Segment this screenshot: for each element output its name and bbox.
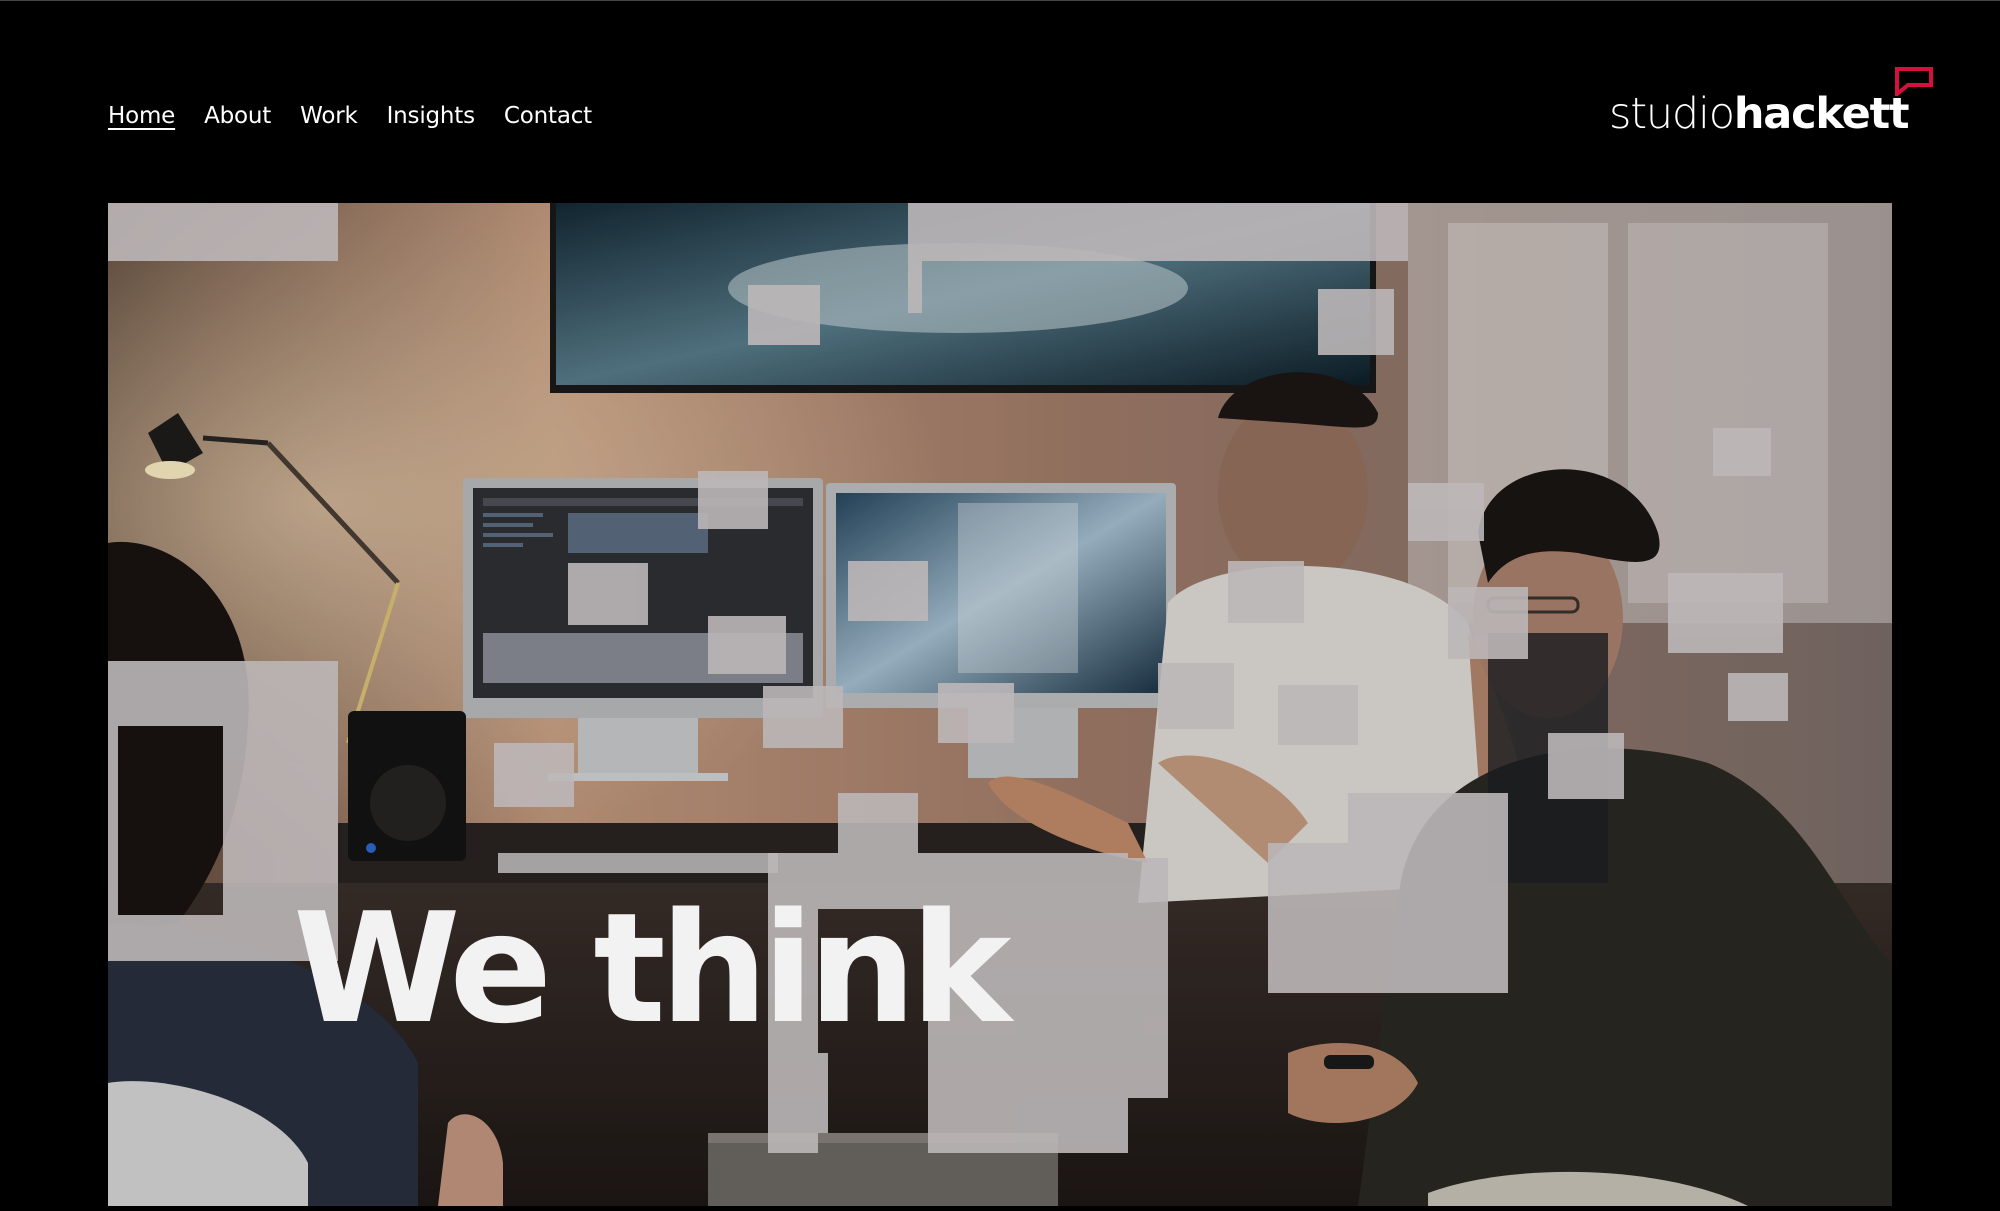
nav-insights[interactable]: Insights <box>387 98 476 134</box>
nav-about[interactable]: About <box>204 98 271 134</box>
speech-bubble-icon <box>1895 67 1933 96</box>
nav-home[interactable]: Home <box>108 98 175 134</box>
studio-hackett-logo[interactable]: studiohackett <box>1609 66 1934 136</box>
logo-text-bold: hackett <box>1733 89 1910 139</box>
logo-text-light: studio <box>1609 89 1735 139</box>
nav-work[interactable]: Work <box>300 98 358 134</box>
logo-wordmark: studiohackett <box>1609 93 1910 136</box>
nav-contact[interactable]: Contact <box>504 98 592 134</box>
top-border <box>0 0 2000 1</box>
hero-title: We think <box>293 880 1012 1057</box>
main-nav: Home About Work Insights Contact <box>108 98 621 134</box>
hero-banner: We think <box>108 203 1892 1206</box>
